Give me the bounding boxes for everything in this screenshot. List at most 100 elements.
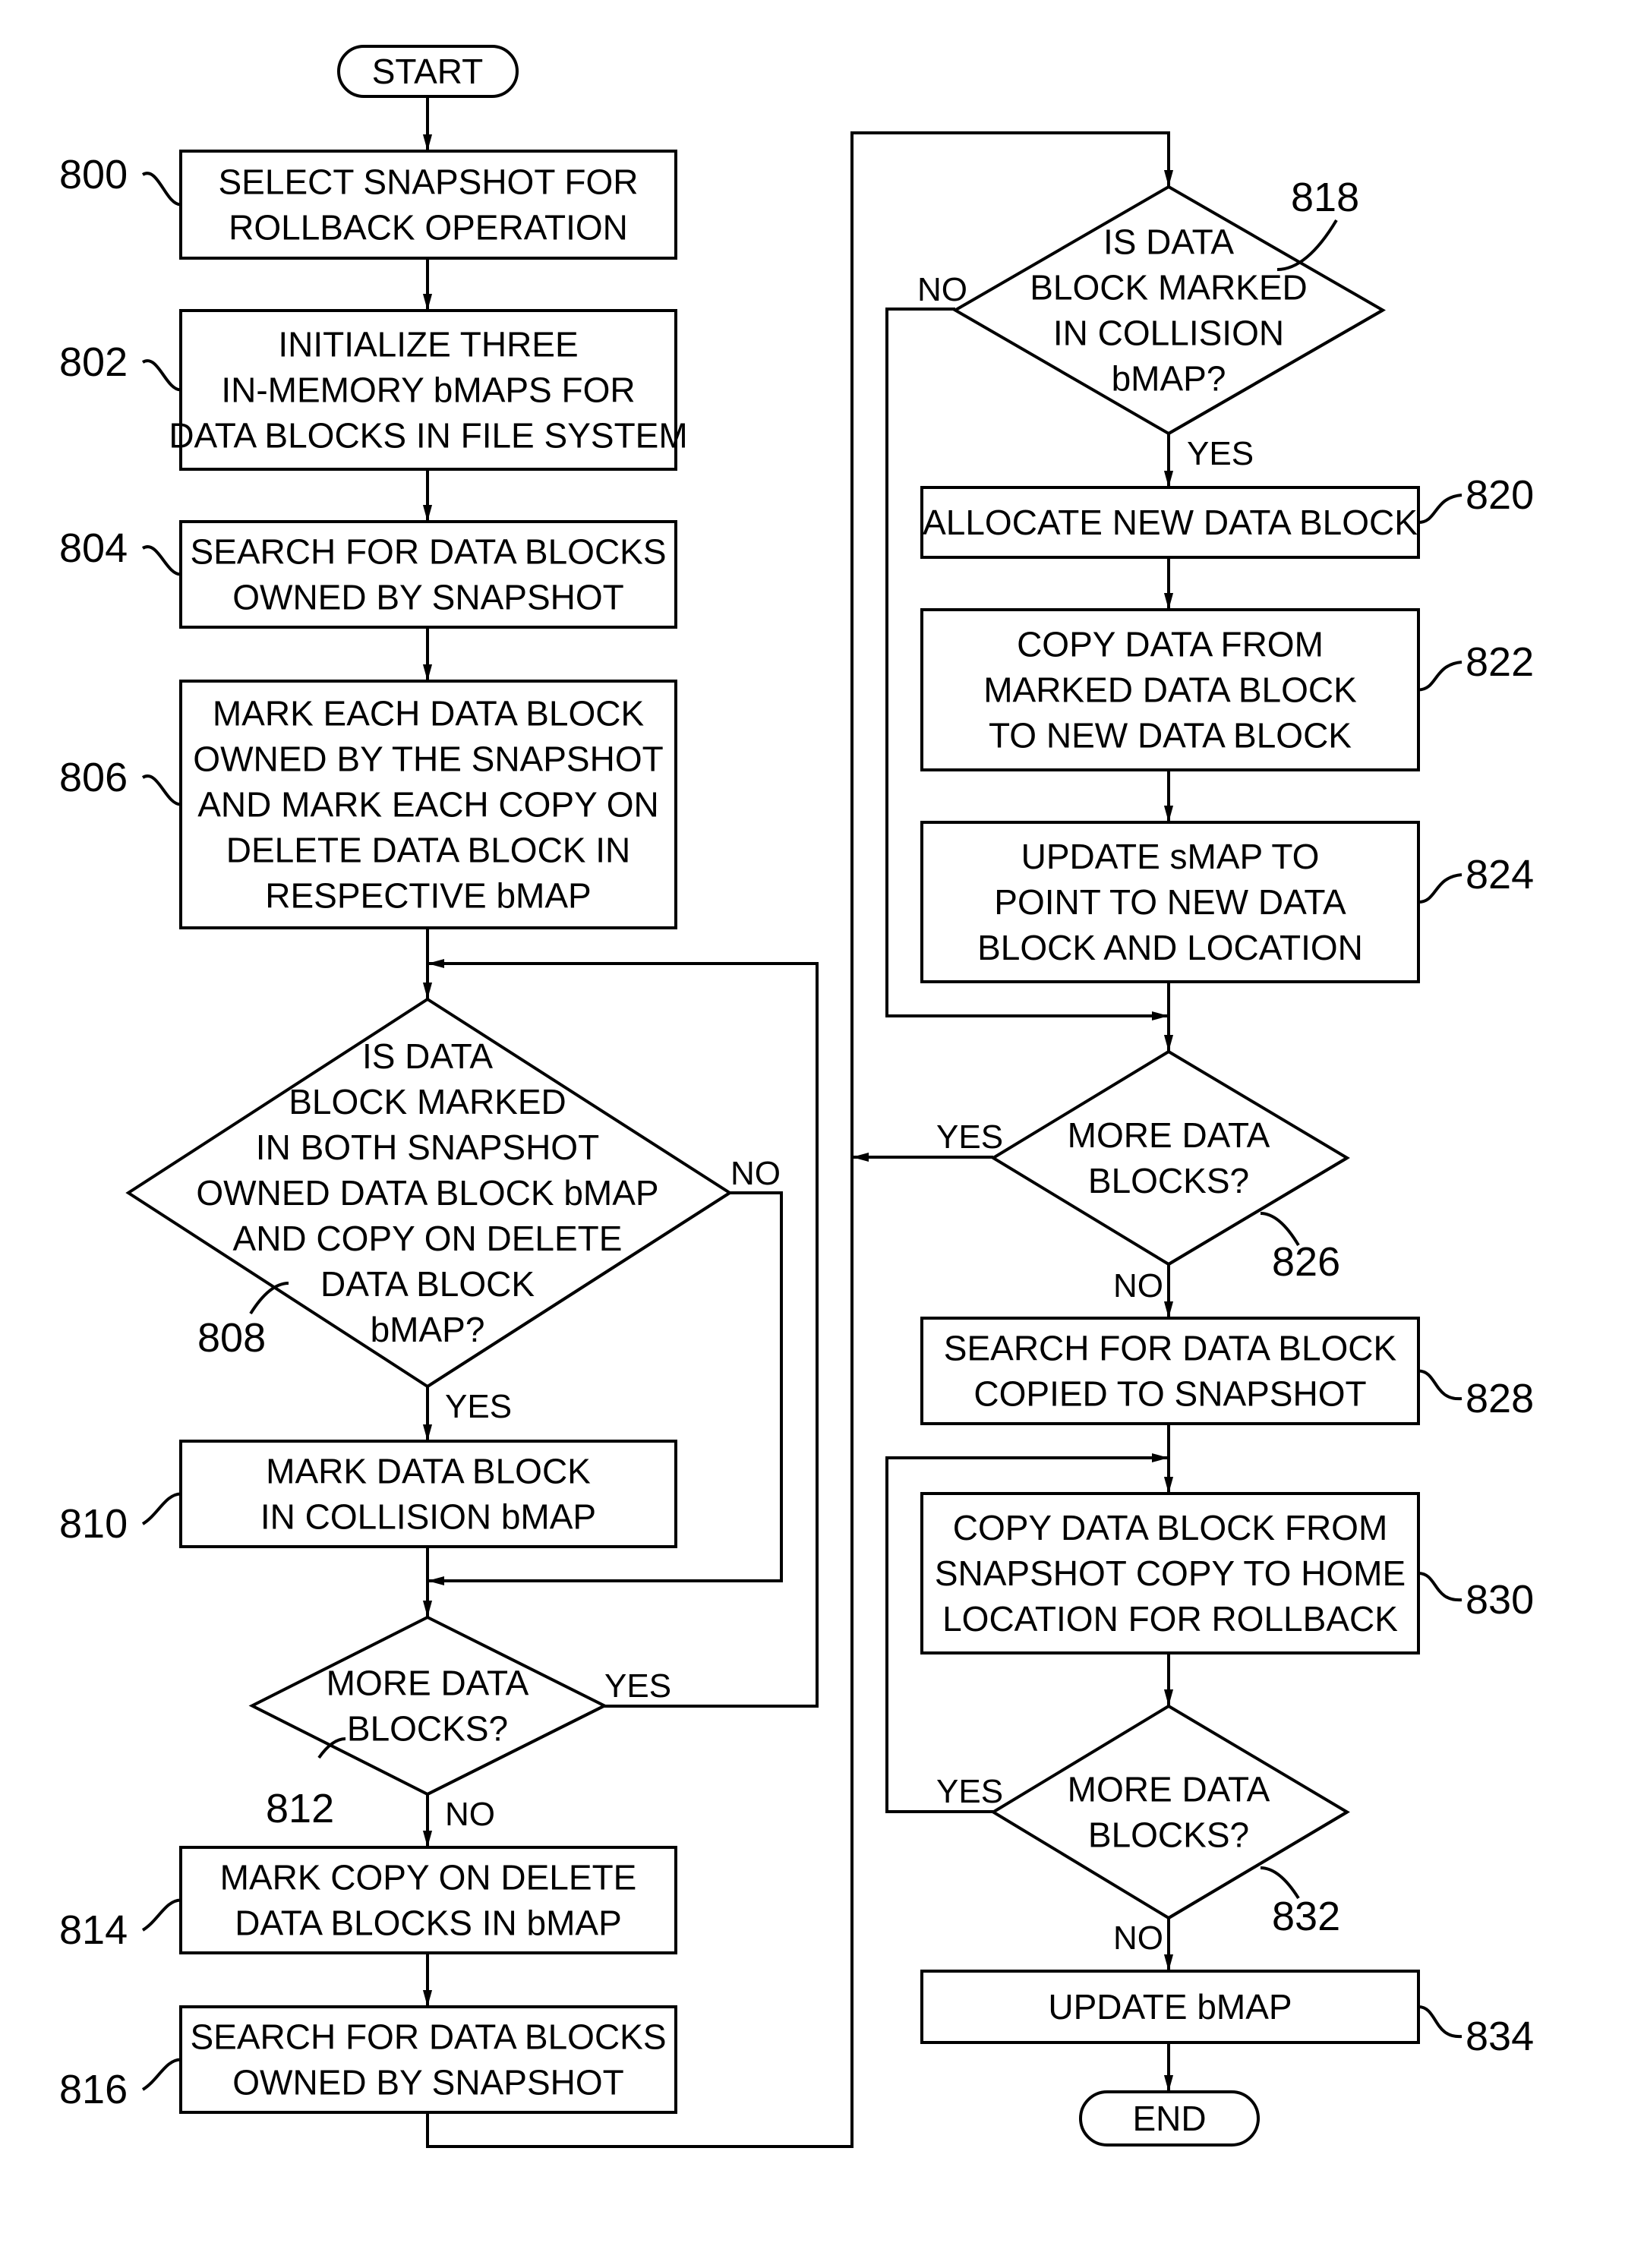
reference-leader <box>1418 873 1462 904</box>
branch-label-832-no: NO <box>1113 1919 1163 1957</box>
reference-leader <box>1418 661 1462 692</box>
process-step-830: COPY DATA BLOCK FROM SNAPSHOT COPY TO HOM… <box>920 1492 1534 1654</box>
step-text-line: SNAPSHOT COPY TO HOME <box>935 1554 1406 1593</box>
reference-numeral: 800 <box>59 152 128 197</box>
end-terminal: END <box>1079 2090 1260 2147</box>
step-text-line: BLOCK AND LOCATION <box>977 928 1363 967</box>
branch-label-812-yes: YES <box>604 1667 671 1705</box>
step-text-line: MARK DATA BLOCK <box>266 1452 591 1491</box>
step-text-line: AND COPY ON DELETE <box>233 1219 623 1258</box>
decision-diamond <box>990 1049 1350 1266</box>
branch-label-812-no: NO <box>445 1796 495 1833</box>
process-step-814: MARK COPY ON DELETE DATA BLOCKS IN bMAP 81… <box>59 1846 677 1954</box>
reference-leader <box>141 1492 181 1525</box>
step-text-line: SEARCH FOR DATA BLOCKS <box>190 532 666 572</box>
reference-numeral: 822 <box>1466 639 1534 685</box>
step-text-line: IN BOTH SNAPSHOT <box>256 1128 599 1167</box>
step-text-line: OWNED BY SNAPSHOT <box>232 2063 623 2102</box>
step-text-line: IS DATA <box>362 1036 493 1076</box>
step-text-line: UPDATE bMAP <box>1048 1987 1292 2027</box>
branch-label-808-yes: YES <box>445 1388 512 1425</box>
step-text-line: SELECT SNAPSHOT FOR <box>219 162 639 202</box>
step-text-line: OWNED DATA BLOCK bMAP <box>196 1173 658 1213</box>
step-text-line: AND MARK EACH COPY ON <box>197 785 658 825</box>
step-text-line: COPIED TO SNAPSHOT <box>973 1374 1366 1414</box>
step-text-line: POINT TO NEW DATA <box>994 882 1346 922</box>
step-text-line: COPY DATA BLOCK FROM <box>953 1508 1388 1547</box>
branch-label-826-yes: YES <box>936 1118 1003 1156</box>
process-step-828: SEARCH FOR DATA BLOCK COPIED TO SNAPSHOT 8… <box>920 1317 1534 1425</box>
step-text-line: IS DATA <box>1103 222 1234 262</box>
step-text-line: COPY DATA FROM <box>1017 625 1324 664</box>
step-text-line: bMAP? <box>1112 359 1226 399</box>
branch-label-818-no: NO <box>917 271 967 308</box>
branch-label-818-yes: YES <box>1187 435 1254 472</box>
process-step-802: INITIALIZE THREE IN-MEMORY bMAPS FOR DATA … <box>59 309 688 471</box>
reference-numeral: 812 <box>266 1786 334 1831</box>
decision-808: IS DATA BLOCK MARKED IN BOTH SNAPSHOT OWNED… <box>125 997 733 1389</box>
reference-leader <box>141 1898 181 1932</box>
reference-numeral: 814 <box>59 1907 128 1953</box>
process-step-810: MARK DATA BLOCK IN COLLISION bMAP 810 <box>59 1440 677 1548</box>
reference-leader <box>141 774 181 806</box>
step-text-line: MORE DATA <box>1068 1770 1270 1809</box>
reference-numeral: 828 <box>1466 1376 1534 1421</box>
step-text-line: MARKED DATA BLOCK <box>983 670 1357 710</box>
step-text-line: OWNED BY THE SNAPSHOT <box>193 740 663 779</box>
reference-numeral: 832 <box>1272 1894 1340 1939</box>
reference-numeral: 804 <box>59 525 128 571</box>
process-step-816: SEARCH FOR DATA BLOCKS OWNED BY SNAPSHOT 8… <box>59 2005 677 2114</box>
reference-leader <box>1418 494 1462 524</box>
flowchart-nodes: SELECT SNAPSHOT FOR ROLLBACK OPERATION 800… <box>59 150 1534 2114</box>
step-text-line: SEARCH FOR DATA BLOCKS <box>190 2017 666 2057</box>
reference-numeral: 824 <box>1466 852 1534 897</box>
decision-826: MORE DATA BLOCKS? 826 <box>990 1049 1350 1285</box>
reference-numeral: 818 <box>1291 175 1359 220</box>
step-text-line: ALLOCATE NEW DATA BLOCK <box>923 503 1418 542</box>
step-text-line: BLOCK MARKED <box>1030 268 1308 308</box>
step-text-line: ROLLBACK OPERATION <box>229 208 628 248</box>
branch-label-832-yes: YES <box>936 1773 1003 1810</box>
reference-leader <box>1418 2005 1462 2039</box>
reference-numeral: 826 <box>1272 1239 1340 1285</box>
decision-832: MORE DATA BLOCKS? 832 <box>990 1704 1350 1939</box>
process-step-804: SEARCH FOR DATA BLOCKS OWNED BY SNAPSHOT 8… <box>59 520 677 629</box>
reference-numeral: 834 <box>1466 2014 1534 2059</box>
reference-numeral: 808 <box>197 1315 266 1361</box>
step-text-line: DATA BLOCK <box>320 1264 535 1304</box>
reference-numeral: 816 <box>59 2067 128 2112</box>
step-text-line: BLOCKS? <box>1088 1161 1249 1200</box>
step-text-line: DATA BLOCKS IN FILE SYSTEM <box>169 416 687 456</box>
process-step-834: UPDATE bMAP 834 <box>920 1970 1534 2059</box>
process-step-822: COPY DATA FROM MARKED DATA BLOCK TO NEW DA… <box>920 608 1534 771</box>
step-text-line: UPDATE sMAP TO <box>1021 837 1320 876</box>
reference-leader <box>141 2058 181 2091</box>
step-text-line: BLOCK MARKED <box>289 1082 566 1121</box>
step-text-line: MARK COPY ON DELETE <box>220 1858 637 1897</box>
branch-label-826-no: NO <box>1113 1267 1163 1304</box>
step-text-line: DELETE DATA BLOCK IN <box>226 831 631 870</box>
step-text-line: IN COLLISION bMAP <box>260 1497 596 1537</box>
step-text-line: INITIALIZE THREE <box>278 325 578 364</box>
step-text-line: OWNED BY SNAPSHOT <box>232 578 623 617</box>
reference-leader <box>141 359 181 392</box>
step-text-line: RESPECTIVE bMAP <box>265 876 591 916</box>
step-text-line: BLOCKS? <box>1088 1815 1249 1855</box>
reference-numeral: 820 <box>1466 472 1534 518</box>
step-text-line: LOCATION FOR ROLLBACK <box>942 1599 1398 1639</box>
reference-leader <box>141 172 181 207</box>
reference-numeral: 810 <box>59 1501 128 1547</box>
process-step-824: UPDATE sMAP TO POINT TO NEW DATA BLOCK AND… <box>920 821 1534 983</box>
flowchart: START END SELECT SNAPSHOT FOR ROLLBACK OP… <box>59 45 1534 2148</box>
start-terminal: START <box>337 45 519 98</box>
step-text-line: MARK EACH DATA BLOCK <box>213 694 645 733</box>
branch-label-808-no: NO <box>730 1155 781 1192</box>
step-text-line: TO NEW DATA BLOCK <box>989 716 1352 755</box>
step-text-line: SEARCH FOR DATA BLOCK <box>944 1329 1397 1368</box>
reference-leader <box>1418 1572 1462 1602</box>
step-text-line: IN COLLISION <box>1053 314 1284 353</box>
reference-numeral: 806 <box>59 755 128 800</box>
step-text-line: BLOCKS? <box>347 1709 508 1749</box>
reference-numeral: 830 <box>1466 1577 1534 1623</box>
step-text-line: DATA BLOCKS IN bMAP <box>235 1904 622 1943</box>
